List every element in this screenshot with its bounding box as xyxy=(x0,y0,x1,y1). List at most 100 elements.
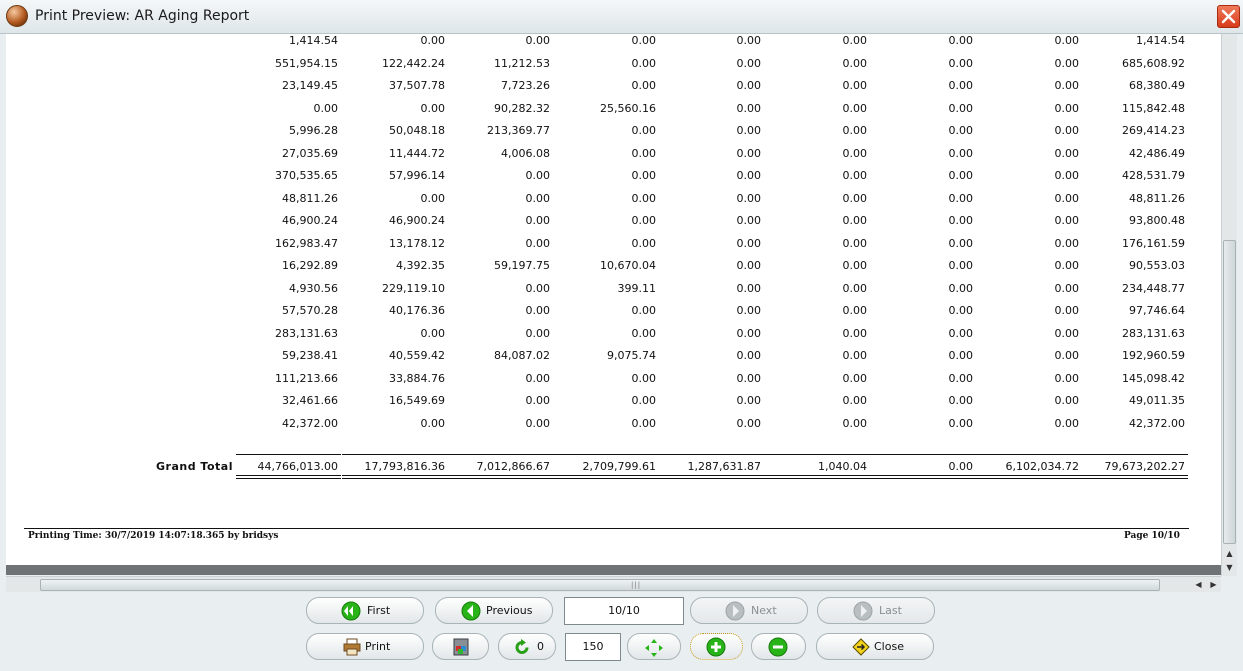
window-title: Print Preview: AR Aging Report xyxy=(35,8,250,24)
table-cell: 11,444.72 xyxy=(389,146,445,160)
last-page-button[interactable]: Last xyxy=(817,597,935,624)
table-cell: 399.11 xyxy=(617,281,657,295)
table-cell: 0.00 xyxy=(948,326,974,340)
table-cell: 0.00 xyxy=(842,34,868,47)
total-double-rule xyxy=(553,475,659,476)
table-cell: 0.00 xyxy=(948,304,974,317)
print-button[interactable]: Print xyxy=(306,633,424,660)
table-cell: 0.00 xyxy=(1054,34,1080,47)
close-icon xyxy=(1221,9,1236,24)
table-cell: 0.00 xyxy=(525,326,551,340)
table-cell: 37,507.78 xyxy=(389,79,445,92)
table-cell: 0.00 xyxy=(842,349,868,362)
table-cell: 0.00 xyxy=(525,169,551,182)
table-cell: 0.00 xyxy=(736,371,762,385)
table-row: 48,811.26 0.00 0.00 0.00 0.00 0.00 0.00 0.00 48,… xyxy=(6,192,1221,212)
grand-total-cell: 2,709,799.61 xyxy=(582,460,656,473)
table-cell: 27,035.69 xyxy=(282,146,338,160)
app-logo-icon xyxy=(6,5,28,27)
table-cell: 50,048.18 xyxy=(389,124,445,137)
table-cell: 42,372.00 xyxy=(282,416,338,430)
grand-total-cell: 1,287,631.87 xyxy=(687,460,761,473)
table-row: 57,570.28 40,176.36 0.00 0.00 0.00 0.00 0.00 0.… xyxy=(6,304,1221,324)
printing-time: Printing Time: 30/7/2019 14:07:18.365 by… xyxy=(28,531,279,541)
total-double-rule xyxy=(1082,475,1188,476)
last-icon xyxy=(853,601,873,621)
table-cell: 48,811.26 xyxy=(1129,191,1185,205)
table-cell: 0.00 xyxy=(842,191,868,205)
table-cell: 13,178.12 xyxy=(389,236,445,250)
page-number: Page 10/10 xyxy=(1124,531,1180,541)
page-indicator-field[interactable]: 10/10 xyxy=(564,597,684,625)
table-cell: 0.00 xyxy=(736,394,762,407)
zoom-field[interactable]: 150 xyxy=(565,633,621,661)
previous-page-button[interactable]: Previous xyxy=(435,597,553,624)
grand-total-cell: 7,012,866.67 xyxy=(476,460,550,473)
total-rule xyxy=(870,454,976,455)
table-cell: 0.00 xyxy=(525,394,551,407)
scroll-up-arrow-icon[interactable]: ▲ xyxy=(1223,547,1236,560)
table-cell: 32,461.66 xyxy=(282,394,338,407)
close-button[interactable]: Close xyxy=(816,633,934,660)
table-cell: 7,723.26 xyxy=(501,79,550,92)
total-double-rule xyxy=(1082,478,1188,479)
table-cell: 23,149.45 xyxy=(282,79,338,92)
table-cell: 0.00 xyxy=(948,416,974,430)
table-cell: 0.00 xyxy=(1054,124,1080,137)
scroll-right-arrow-icon[interactable]: ▶ xyxy=(1207,578,1220,591)
rotate-button[interactable]: 0 xyxy=(498,633,556,660)
grand-total-cell: 6,102,034.72 xyxy=(1005,460,1079,473)
table-cell: 0.00 xyxy=(736,79,762,92)
table-cell: 0.00 xyxy=(842,79,868,92)
table-cell: 16,549.69 xyxy=(389,394,445,407)
total-double-rule xyxy=(342,475,448,476)
next-page-button[interactable]: Next xyxy=(690,597,808,624)
table-cell: 0.00 xyxy=(525,34,551,47)
total-double-rule xyxy=(236,475,341,476)
rotate-icon xyxy=(515,639,529,654)
table-cell: 213,369.77 xyxy=(487,124,550,137)
grand-total-cell: 17,793,816.36 xyxy=(364,460,445,473)
page-setup-button[interactable] xyxy=(432,633,489,660)
horizontal-scrollbar[interactable]: ||| ◀ ▶ xyxy=(6,576,1221,592)
table-cell: 0.00 xyxy=(631,79,657,92)
total-rule xyxy=(553,454,659,455)
total-rule xyxy=(1082,454,1188,455)
table-row: 370,535.65 57,996.14 0.00 0.00 0.00 0.00 0.00 0… xyxy=(6,169,1221,189)
table-cell: 10,670.04 xyxy=(600,259,656,272)
scroll-left-arrow-icon[interactable]: ◀ xyxy=(1192,578,1205,591)
table-cell: 0.00 xyxy=(948,281,974,295)
table-cell: 234,448.77 xyxy=(1122,281,1185,295)
table-cell: 0.00 xyxy=(631,236,657,250)
table-cell: 0.00 xyxy=(842,214,868,227)
table-cell: 0.00 xyxy=(313,101,339,115)
table-cell: 0.00 xyxy=(948,214,974,227)
scroll-down-arrow-icon[interactable]: ▼ xyxy=(1223,561,1236,574)
table-cell: 0.00 xyxy=(1054,394,1080,407)
total-double-rule xyxy=(448,478,553,479)
table-cell: 0.00 xyxy=(1054,146,1080,160)
vertical-scrollbar[interactable]: ▲ ▼ xyxy=(1221,34,1237,576)
table-cell: 685,608.92 xyxy=(1122,56,1185,70)
total-double-rule xyxy=(342,478,448,479)
table-cell: 551,954.15 xyxy=(275,56,338,70)
vertical-scroll-thumb[interactable] xyxy=(1223,240,1236,544)
table-cell: 90,282.32 xyxy=(494,101,550,115)
table-cell: 0.00 xyxy=(948,146,974,160)
table-cell: 59,197.75 xyxy=(494,259,550,272)
table-row: 0.00 0.00 90,282.32 25,560.16 0.00 0.00 0.00 0.… xyxy=(6,102,1221,122)
first-page-button[interactable]: First xyxy=(306,597,424,624)
table-cell: 49,011.35 xyxy=(1129,394,1185,407)
zoom-in-button[interactable] xyxy=(690,633,743,660)
table-cell: 5,996.28 xyxy=(289,124,338,137)
table-cell: 0.00 xyxy=(525,371,551,385)
table-cell: 0.00 xyxy=(842,146,868,160)
fit-page-button[interactable] xyxy=(627,633,681,660)
page-setup-icon xyxy=(453,638,469,656)
horizontal-scroll-thumb[interactable]: ||| xyxy=(40,579,1160,591)
zoom-out-button[interactable] xyxy=(751,633,806,660)
window-close-button[interactable] xyxy=(1217,5,1240,28)
table-row: 16,292.89 4,392.35 59,197.75 10,670.04 0.00 0… xyxy=(6,259,1221,279)
table-cell: 9,075.74 xyxy=(607,349,656,362)
table-cell: 0.00 xyxy=(1054,259,1080,272)
